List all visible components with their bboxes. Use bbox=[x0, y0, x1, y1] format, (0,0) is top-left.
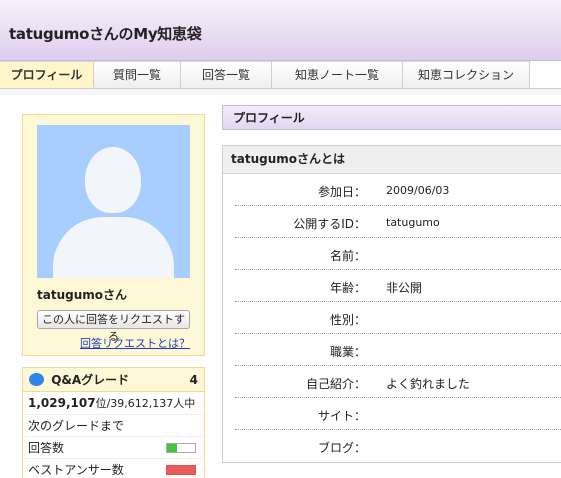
avatar-body-shape bbox=[53, 217, 174, 278]
next-grade-row: 次のグレードまで bbox=[23, 415, 204, 437]
speech-bubble-icon bbox=[29, 373, 44, 386]
best-answers-label: ベストアンサー数 bbox=[28, 463, 124, 477]
tab-bar: プロフィール 質問一覧 回答一覧 知恵ノート一覧 知恵コレクション bbox=[0, 61, 561, 89]
request-help-link[interactable]: 回答リクエストとは？ bbox=[37, 335, 204, 351]
grade-rank: 1,029,107 bbox=[28, 396, 96, 410]
next-grade-label: 次のグレードまで bbox=[28, 419, 125, 433]
section-title: プロフィール bbox=[222, 105, 561, 130]
panel-title: tatugumoさんとは bbox=[223, 146, 561, 174]
profile-card: tatugumoさん この人に回答をリクエストする 回答リクエストとは？ bbox=[22, 114, 205, 356]
user-name: tatugumoさん bbox=[37, 288, 127, 302]
best-answers-row: ベストアンサー数 bbox=[23, 459, 204, 478]
profile-field-row: サイト： bbox=[223, 398, 561, 430]
avatar-head-shape bbox=[85, 147, 141, 213]
field-value: よく釣れました bbox=[386, 377, 471, 391]
field-label: 参加日： bbox=[317, 185, 366, 199]
profile-field-row: 参加日： 2009/06/03 bbox=[223, 174, 561, 206]
avatar bbox=[37, 125, 190, 278]
profile-field-row: 公開するID： tatugumo bbox=[223, 206, 561, 238]
grade-header: Q&Aグレード 4 bbox=[23, 368, 204, 392]
answers-row: 回答数 bbox=[23, 437, 204, 459]
field-label: サイト： bbox=[317, 409, 366, 423]
profile-field-row: 職業： bbox=[223, 334, 561, 366]
field-label: 職業： bbox=[329, 345, 366, 359]
tab-profile[interactable]: プロフィール bbox=[0, 61, 94, 88]
grade-card: Q&Aグレード 4 1,029,107位/39,612,137人中 次のグレード… bbox=[22, 367, 205, 478]
field-label: 公開するID： bbox=[293, 217, 366, 231]
tab-answers[interactable]: 回答一覧 bbox=[181, 61, 272, 88]
field-label: ブログ： bbox=[317, 441, 366, 455]
best-answers-progress-fill bbox=[167, 466, 195, 474]
tab-chie-collection[interactable]: 知恵コレクション bbox=[403, 61, 530, 88]
profile-field-row: ブログ： bbox=[223, 430, 561, 462]
field-label: 名前： bbox=[329, 249, 366, 263]
page-header: tatugumoさんのMy知恵袋 bbox=[0, 0, 561, 61]
profile-field-row: 年齢： 非公開 bbox=[223, 270, 561, 302]
grade-rank-row: 1,029,107位/39,612,137人中 bbox=[23, 392, 204, 415]
grade-rank-suffix: 位/39,612,137人中 bbox=[95, 397, 196, 410]
tab-chie-notes[interactable]: 知恵ノート一覧 bbox=[272, 61, 403, 88]
tab-questions[interactable]: 質問一覧 bbox=[94, 61, 181, 88]
divider bbox=[0, 89, 561, 95]
answers-progress-bar bbox=[166, 443, 196, 453]
profile-details-panel: tatugumoさんとは 参加日： 2009/06/03 公開するID： tatugu… bbox=[222, 145, 561, 463]
field-value: 2009/06/03 bbox=[386, 184, 450, 197]
field-value: 非公開 bbox=[386, 281, 423, 295]
field-label: 自己紹介： bbox=[305, 377, 366, 391]
field-label: 性別： bbox=[329, 313, 366, 327]
sidebar: tatugumoさん この人に回答をリクエストする 回答リクエストとは？ Q&A… bbox=[22, 114, 205, 478]
page-title: tatugumoさんのMy知恵袋 bbox=[9, 25, 202, 43]
field-label: 年齢： bbox=[329, 281, 366, 295]
field-value: tatugumo bbox=[386, 216, 440, 229]
profile-field-row: 性別： bbox=[223, 302, 561, 334]
profile-field-row: 自己紹介： よく釣れました bbox=[223, 366, 561, 398]
request-answer-button[interactable]: この人に回答をリクエストする bbox=[37, 310, 190, 343]
grade-level: 4 bbox=[189, 373, 198, 387]
best-answers-progress-bar bbox=[166, 465, 196, 475]
grade-title: Q&Aグレード bbox=[51, 373, 130, 387]
answers-progress-fill bbox=[167, 444, 177, 452]
answers-label: 回答数 bbox=[28, 441, 65, 455]
profile-field-row: 名前： bbox=[223, 238, 561, 270]
